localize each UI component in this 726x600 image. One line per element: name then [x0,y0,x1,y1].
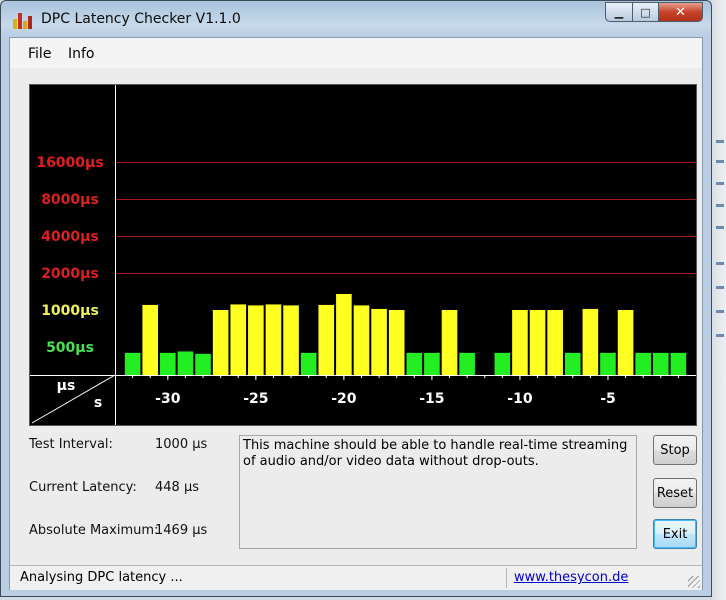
current-latency-value: 448 µs [155,480,199,495]
latency-bar [459,352,475,375]
minimize-icon: ▁ [614,5,624,19]
latency-bar [670,352,687,375]
window-title: DPC Latency Checker V1.1.0 [41,11,241,27]
maximize-icon: □ [640,5,651,19]
x-tick-label: -25 [243,391,268,407]
x-tick-label: -20 [331,391,357,407]
latency-bar [283,305,299,375]
test-interval-label: Test Interval: [29,437,113,452]
test-interval-value: 1000 µs [155,437,208,452]
latency-bar [230,304,247,375]
latency-bar [564,352,581,375]
latency-bar [124,352,141,375]
latency-bar [529,310,546,375]
latency-bar [177,351,194,375]
x-tick-label: -10 [507,391,533,407]
website-link[interactable]: www.thesycon.de [514,570,628,585]
y-tick-label: 1000µs [41,303,99,319]
x-tick-label: -5 [600,391,616,407]
close-icon: ✕ [675,4,686,20]
latency-bar [494,352,511,375]
client-area: File Info 16000µs 8000µs 4000µs 2000µs 1000µ… [9,37,703,590]
latency-chart-panel: 16000µs 8000µs 4000µs 2000µs 1000µs 500µs -30 -… [29,84,697,426]
absolute-maximum-value: 1469 µs [155,523,208,538]
y-tick-label: 500µs [46,340,94,356]
latency-chart: 16000µs 8000µs 4000µs 2000µs 1000µs 500µs -30 -… [30,85,696,425]
window-controls: ▁ □ ✕ [605,2,703,22]
title-bar[interactable]: DPC Latency Checker V1.1.0 ▁ □ ✕ [1,1,711,37]
status-separator [506,568,507,588]
latency-bar [248,305,264,375]
latency-bar [195,353,211,375]
status-message-box: This machine should be able to handle re… [239,435,637,549]
latency-bar [371,308,387,375]
latency-bar [652,352,669,375]
status-text: Analysing DPC latency ... [20,570,183,585]
latency-bar [265,304,282,375]
resize-grip-icon[interactable] [688,576,700,588]
minimize-button[interactable]: ▁ [605,2,633,22]
reset-button[interactable]: Reset [653,478,697,508]
latency-bar [353,305,370,375]
desktop-background [712,0,726,600]
maximize-button[interactable]: □ [633,2,659,22]
menu-info[interactable]: Info [68,46,95,62]
latency-bar [635,352,651,375]
latency-bar [600,352,616,375]
y-unit-label: µs [57,378,76,394]
latency-bar [512,310,528,375]
app-bars-icon [13,13,33,29]
x-tick-label: -15 [419,391,444,407]
y-tick-label: 8000µs [41,192,99,208]
y-tick-label: 16000µs [36,155,103,171]
latency-bar [160,352,176,375]
stop-button[interactable]: Stop [653,435,697,465]
latency-bar [212,310,229,375]
latency-bar [142,304,159,375]
latency-bar [336,293,352,375]
y-tick-label: 4000µs [41,229,99,245]
latency-bar [582,308,599,375]
menu-bar: File Info [10,38,702,68]
latency-bar [406,352,423,375]
latency-bar [388,310,405,375]
exit-button[interactable]: Exit [653,519,697,549]
latency-bar [424,352,440,375]
current-latency-label: Current Latency: [29,480,137,495]
menu-file[interactable]: File [28,46,51,62]
status-bar: Analysing DPC latency ... www.thesycon.d… [10,565,702,590]
x-tick-label: -30 [155,391,181,407]
x-unit-label: s [94,395,102,411]
absolute-maximum-label: Absolute Maximum: [29,523,159,538]
latency-bar [547,310,563,375]
app-window: DPC Latency Checker V1.1.0 ▁ □ ✕ File In… [0,0,712,597]
close-button[interactable]: ✕ [659,2,703,22]
latency-bar [318,304,335,375]
latency-bar [441,310,458,375]
latency-bar [300,352,317,375]
latency-bar [617,310,634,375]
y-tick-label: 2000µs [41,266,99,282]
